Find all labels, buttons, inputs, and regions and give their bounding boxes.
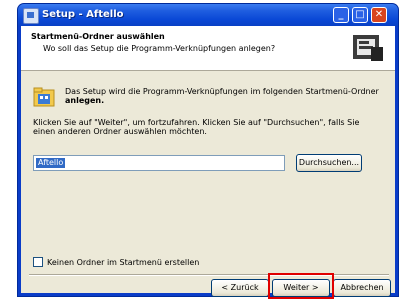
no-start-menu-folder-checkbox[interactable]	[33, 257, 43, 267]
page-subtitle: Wo soll das Setup die Programm-Verknüpfu…	[43, 44, 276, 53]
wizard-header: Startmenü-Ordner auswählen Wo soll das S…	[21, 26, 395, 71]
cancel-button[interactable]: Abbrechen	[333, 279, 391, 297]
minimize-button[interactable]: _	[333, 7, 349, 23]
folder-name-value: Aftello	[36, 158, 66, 168]
no-start-menu-folder-label[interactable]: Keinen Ordner im Startmenü erstellen	[47, 258, 199, 267]
back-button[interactable]: < Zurück	[211, 279, 269, 297]
browse-button[interactable]: Durchsuchen...	[296, 154, 362, 172]
instruction-text-continued: einen anderen Ordner auswählen möchten.	[33, 127, 207, 136]
info-text-continued: anlegen.	[65, 96, 105, 105]
instruction-text: Klicken Sie auf "Weiter", um fortzufahre…	[33, 118, 360, 127]
start-menu-folder-input[interactable]: Aftello	[33, 155, 285, 171]
close-button[interactable]: ✕	[371, 7, 387, 23]
setup-window: Setup - Aftello _ □ ✕ Startmenü-Ordner a…	[18, 4, 398, 299]
setup-app-icon	[23, 8, 39, 24]
title-bar[interactable]: Setup - Aftello _ □ ✕	[18, 4, 398, 26]
window-title: Setup - Aftello	[42, 9, 124, 20]
next-button-highlight	[268, 273, 334, 299]
wizard-client-area: Startmenü-Ordner auswählen Wo soll das S…	[21, 26, 395, 299]
start-menu-folder-icon	[353, 35, 383, 61]
folder-icon	[33, 87, 55, 107]
footer-separator	[29, 274, 389, 276]
maximize-button[interactable]: □	[352, 7, 368, 23]
info-text: Das Setup wird die Programm-Verknüpfunge…	[65, 87, 379, 96]
page-title: Startmenü-Ordner auswählen	[31, 32, 165, 41]
